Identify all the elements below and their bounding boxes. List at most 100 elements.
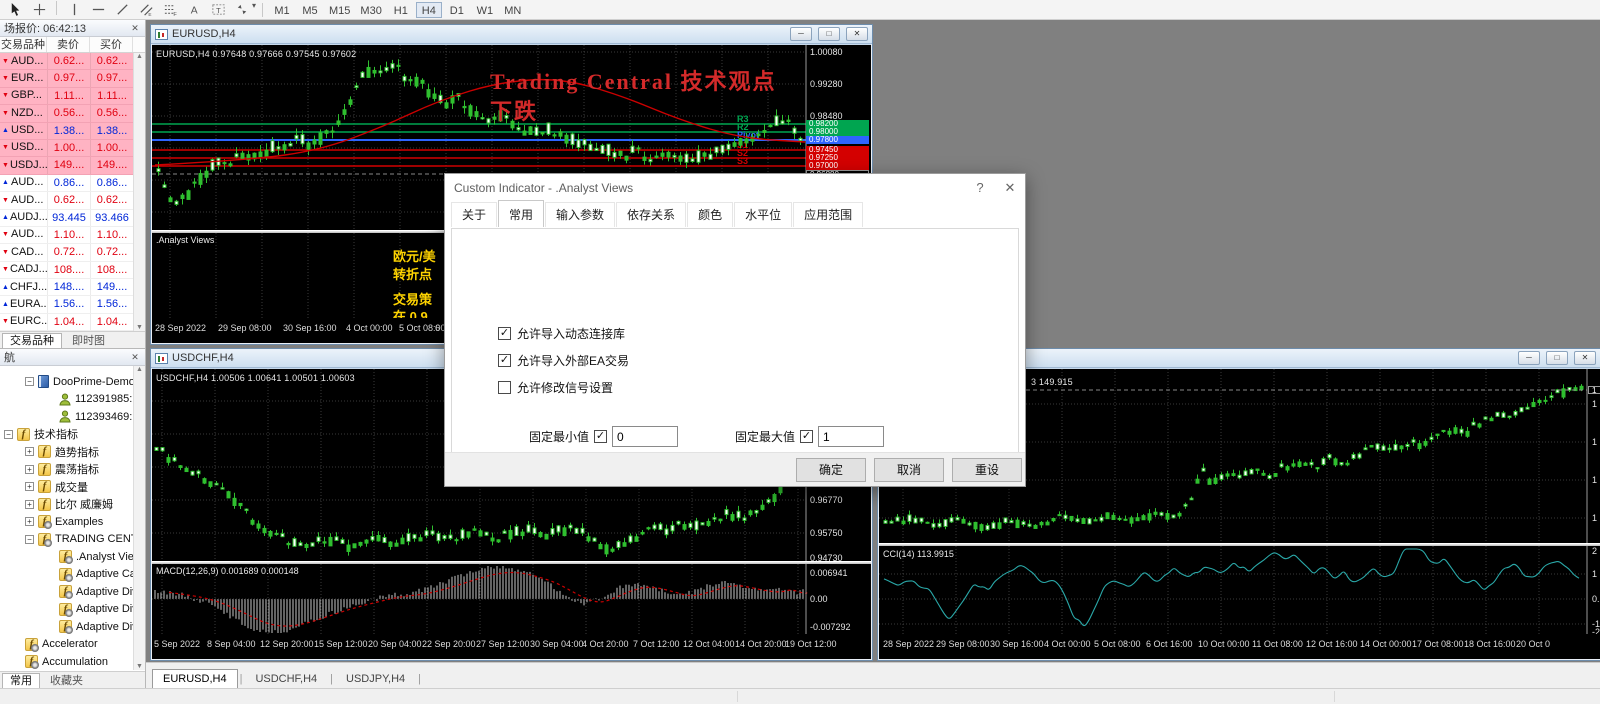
maximize-button[interactable]: □ — [1546, 351, 1568, 365]
close-button[interactable]: ✕ — [1574, 351, 1596, 365]
market-row[interactable]: ▼NZD...0.56...0.56... — [0, 105, 133, 122]
tree-item[interactable]: 112393469: D — [0, 408, 133, 426]
cursor-icon[interactable] — [4, 1, 26, 18]
collapse-icon[interactable]: − — [4, 430, 13, 439]
checkbox-checked[interactable]: ✓ — [498, 354, 511, 367]
market-row[interactable]: ▼CAD...0.72...0.72... — [0, 244, 133, 261]
chart-tab-eurusd-h4[interactable]: EURUSD,H4 — [152, 669, 238, 688]
timeframe-m30[interactable]: M30 — [356, 2, 385, 18]
navigator-header[interactable]: 航 ✕ — [0, 349, 145, 366]
tree-item[interactable]: +fExamples — [0, 513, 133, 531]
horizontal-line-icon[interactable] — [87, 1, 109, 18]
time-axis[interactable]: 5 Sep 20228 Sep 04:0012 Sep 20:0015 Sep … — [152, 634, 871, 659]
tree-item[interactable]: −f技术指标 — [0, 426, 133, 444]
tree-item[interactable]: 112391985: D — [0, 391, 133, 409]
fixed-min-checkbox[interactable]: ✓ — [594, 430, 607, 443]
text-icon[interactable]: A — [183, 1, 205, 18]
timeframe-mn[interactable]: MN — [500, 2, 526, 18]
tree-item[interactable]: +f趋势指标 — [0, 443, 133, 461]
market-watch-scrollbar[interactable]: ▲▼ — [133, 53, 145, 331]
timeframe-d1[interactable]: D1 — [444, 2, 470, 18]
market-row[interactable]: ▼GBP...1.11...1.11... — [0, 88, 133, 105]
fixed-max-checkbox[interactable]: ✓ — [800, 430, 813, 443]
collapse-icon[interactable]: − — [25, 377, 34, 386]
market-row[interactable]: ▲AUD...0.86...0.86... — [0, 175, 133, 192]
equidistant-channel-icon[interactable]: E — [135, 1, 157, 18]
collapse-icon[interactable]: − — [25, 535, 34, 544]
timeframe-h1[interactable]: H1 — [388, 2, 414, 18]
close-icon[interactable]: ✕ — [129, 23, 141, 34]
tree-item[interactable]: +f震荡指标 — [0, 461, 133, 479]
market-row[interactable]: ▼AUD...0.62...0.62... — [0, 53, 133, 70]
scroll-up-icon[interactable]: ▲ — [136, 366, 143, 373]
maximize-button[interactable]: □ — [818, 27, 840, 41]
scroll-up-icon[interactable]: ▲ — [136, 53, 143, 60]
ok-button[interactable]: 确定 — [796, 458, 866, 482]
vertical-line-icon[interactable] — [63, 1, 85, 18]
timeframe-m1[interactable]: M1 — [269, 2, 295, 18]
timeframe-w1[interactable]: W1 — [472, 2, 498, 18]
close-icon[interactable]: ✕ — [129, 352, 141, 363]
expand-icon[interactable]: + — [25, 482, 34, 491]
fixed-max-input[interactable] — [818, 426, 884, 447]
column-bid[interactable]: 卖价 — [47, 37, 90, 52]
tree-item[interactable]: +f比尔 威廉姆 — [0, 496, 133, 514]
fixed-min-input[interactable] — [612, 426, 678, 447]
scroll-down-icon[interactable]: ▼ — [136, 324, 143, 331]
market-row[interactable]: ▼USDJ...149....149.... — [0, 157, 133, 174]
minimize-button[interactable]: ─ — [790, 27, 812, 41]
chevron-down-icon[interactable]: ▾ — [252, 1, 256, 18]
dialog-tab-4[interactable]: 颜色 — [687, 202, 733, 227]
reset-button[interactable]: 重设 — [952, 458, 1022, 482]
fibonacci-icon[interactable]: F — [159, 1, 181, 18]
dialog-titlebar[interactable]: Custom Indicator - .Analyst Views ? ✕ — [445, 174, 1025, 201]
tree-item[interactable]: −DooPrime-Demo — [0, 373, 133, 391]
tree-item[interactable]: +f成交量 — [0, 478, 133, 496]
tree-item[interactable]: −fTRADING CENTR — [0, 531, 133, 549]
tree-item[interactable]: f.Analyst View — [0, 548, 133, 566]
navigator-scrollbar[interactable]: ▲▼ — [133, 366, 145, 670]
checkbox-unchecked[interactable] — [498, 381, 511, 394]
dialog-tab-1[interactable]: 常用 — [498, 200, 544, 227]
window-titlebar[interactable]: EURUSD,H4 ─ □ ✕ — [151, 25, 872, 44]
tree-item[interactable]: fAdaptive Div — [0, 618, 133, 636]
trendline-icon[interactable] — [111, 1, 133, 18]
market-row[interactable]: ▼AUD...1.10...1.10... — [0, 227, 133, 244]
market-row[interactable]: ▼EUR...0.97...0.97... — [0, 70, 133, 87]
text-label-icon[interactable]: T — [207, 1, 229, 18]
minimize-button[interactable]: ─ — [1518, 351, 1540, 365]
dialog-tab-5[interactable]: 水平位 — [734, 202, 792, 227]
timeframe-m5[interactable]: M5 — [297, 2, 323, 18]
scroll-down-icon[interactable]: ▼ — [136, 663, 143, 670]
tree-item[interactable]: fAdaptive Ca — [0, 566, 133, 584]
cancel-button[interactable]: 取消 — [874, 458, 944, 482]
help-button[interactable]: ? — [965, 180, 995, 196]
navigator-tab-1[interactable]: 收藏夹 — [42, 673, 91, 688]
expand-icon[interactable]: + — [25, 517, 34, 526]
expand-icon[interactable]: + — [25, 465, 34, 474]
tree-item[interactable]: fAccumulation — [0, 653, 133, 670]
expand-icon[interactable]: + — [25, 447, 34, 456]
market-row[interactable]: ▼EURC...1.04...1.04... — [0, 314, 133, 331]
arrows-icon[interactable] — [231, 1, 253, 18]
market-row[interactable]: ▼USD...1.00...1.00... — [0, 140, 133, 157]
market-row[interactable]: ▲USD...1.38...1.38... — [0, 123, 133, 140]
expand-icon[interactable]: + — [25, 500, 34, 509]
crosshair-icon[interactable] — [28, 1, 50, 18]
chart-tab-usdchf-h4[interactable]: USDCHF,H4 — [244, 669, 328, 688]
close-button[interactable]: ✕ — [846, 27, 868, 41]
column-symbol[interactable]: 交易品种 — [0, 37, 47, 52]
market-row[interactable]: ▲CHFJ...148....149.... — [0, 279, 133, 296]
price-axis[interactable]: 11111210.-1-2 — [1588, 369, 1600, 634]
tree-item[interactable]: fAdaptive Div — [0, 601, 133, 619]
time-axis[interactable]: 28 Sep 202229 Sep 08:0030 Sep 16:004 Oct… — [879, 634, 1600, 659]
dialog-tab-0[interactable]: 关于 — [451, 202, 497, 227]
timeframe-m15[interactable]: M15 — [325, 2, 354, 18]
dialog-tab-6[interactable]: 应用范围 — [793, 202, 863, 227]
market-row[interactable]: ▲EURA...1.56...1.56... — [0, 296, 133, 313]
dialog-tab-3[interactable]: 依存关系 — [616, 202, 686, 227]
navigator-tab-0[interactable]: 常用 — [2, 673, 40, 688]
market-watch-tab-0[interactable]: 交易品种 — [2, 333, 62, 348]
chart-tab-usdjpy-h4[interactable]: USDJPY,H4 — [335, 669, 416, 688]
market-watch-tab-1[interactable]: 即时图 — [64, 333, 113, 348]
